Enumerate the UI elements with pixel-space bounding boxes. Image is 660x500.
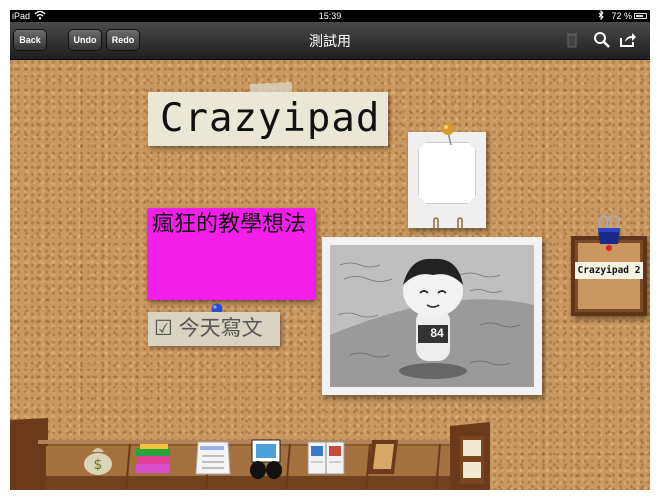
blank-card[interactable]	[408, 132, 486, 228]
battery-percent: 72 %	[611, 11, 632, 21]
bottom-shelf: $	[10, 418, 650, 490]
top-toolbar: Back Undo Redo 測試用	[10, 22, 650, 60]
title-note[interactable]: Crazyipad	[148, 92, 388, 146]
trash-icon[interactable]	[562, 30, 582, 50]
search-icon[interactable]	[592, 30, 612, 50]
photo-number: 84	[430, 326, 444, 340]
binder-clip-icon	[594, 214, 624, 256]
money-bag-icon[interactable]: $	[80, 440, 116, 481]
board-title: 測試用	[309, 33, 351, 49]
photo-image	[330, 245, 534, 387]
photo-card[interactable]: 84	[322, 237, 542, 395]
photo-album-icon[interactable]	[246, 436, 286, 485]
drawer-icon[interactable]	[458, 434, 486, 490]
share-icon[interactable]	[618, 30, 638, 50]
frame-icon[interactable]	[364, 438, 400, 483]
todo-note[interactable]: ☑ 今天寫文	[148, 312, 280, 346]
svg-text:$: $	[94, 457, 103, 473]
ring-clips-icon	[428, 216, 468, 234]
status-bar: iPad 15:39 72 %	[10, 10, 650, 22]
gold-pushpin-icon	[440, 122, 456, 146]
folder-label: Crazyipad 2	[575, 262, 643, 279]
app-window: iPad 15:39 72 % Back Undo Redo 測試用 Crazy…	[10, 10, 650, 490]
clock-label: 15:39	[318, 11, 342, 21]
magazine-icon[interactable]	[306, 440, 346, 481]
checklist-icon[interactable]	[192, 440, 232, 483]
pink-sticky-note[interactable]: 瘋狂的教學想法	[147, 208, 315, 300]
books-icon[interactable]	[134, 444, 174, 481]
battery-icon	[634, 13, 647, 19]
